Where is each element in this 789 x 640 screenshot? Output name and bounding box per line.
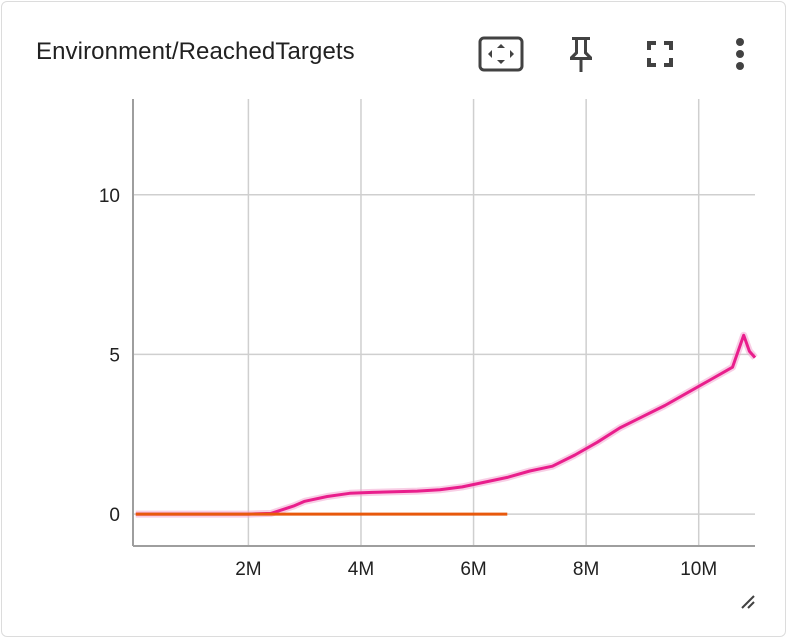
series-raw-line [135, 331, 758, 518]
x-tick-label: 10M [680, 559, 717, 580]
x-tick-label: 4M [348, 559, 374, 580]
y-tick-label: 5 [109, 345, 120, 366]
x-tick-label: 8M [573, 559, 599, 580]
y-tick-label: 0 [109, 505, 120, 526]
line-chart[interactable]: 2M 4M 6M 8M 10M 0 5 10 [0, 0, 789, 640]
y-tick-label: 10 [99, 186, 120, 207]
x-tick-label: 6M [460, 559, 486, 580]
x-tick-label: 2M [235, 559, 261, 580]
